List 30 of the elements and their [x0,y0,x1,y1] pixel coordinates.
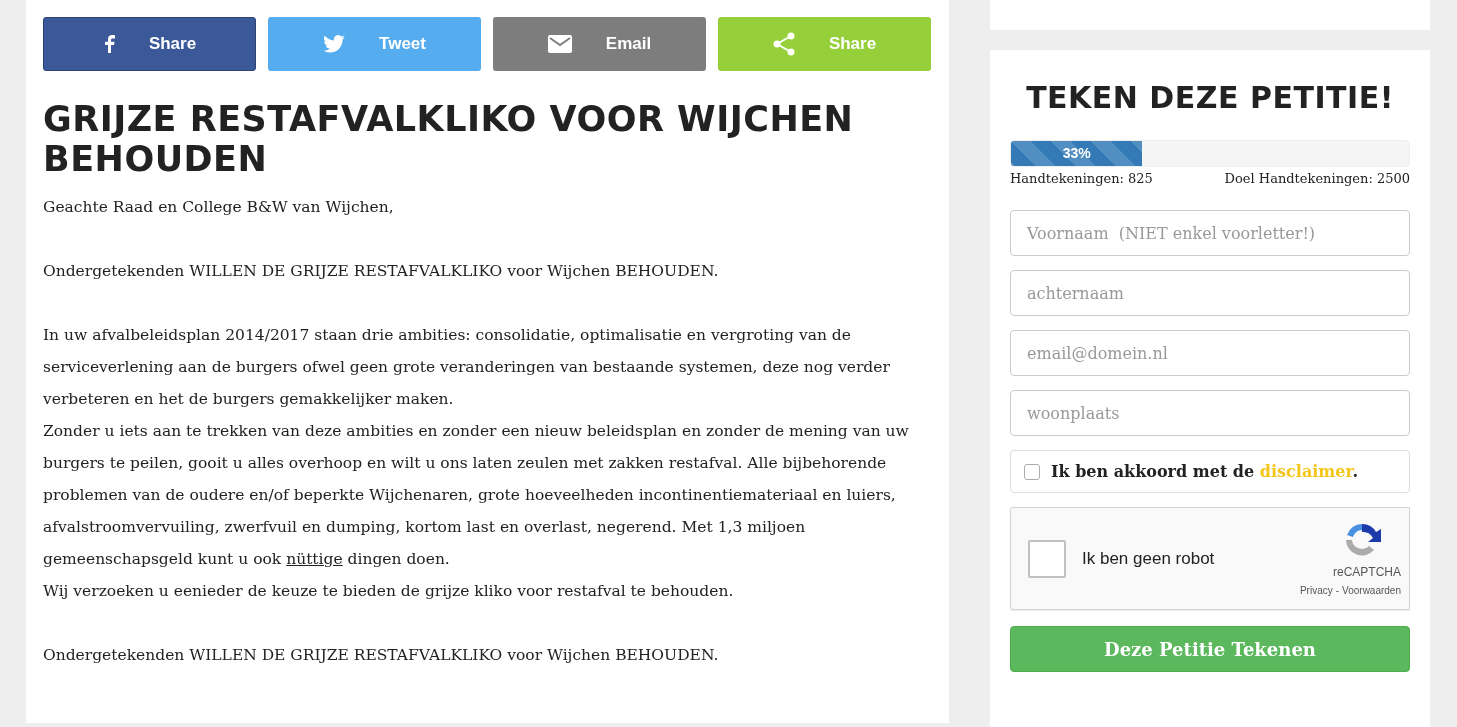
paragraph: In uw afvalbeleidsplan 2014/2017 staan drie ambities: consolidatie, optimalisatie en vergroting van de serviceverlening aan de burgers ofwel geen grote veranderingen van bestaande systemen, deze nog verder verbeteren en het de burgers gemakkelijker maken. Zonder u iets aan te trekken van deze ambities en zonder een nieuw beleidsplan en zonder de mening van uw burgers te peilen, gooit u alles overhoop en wilt u ons laten zeulen met zakken restafval. Alle bijbehorende problemen van de oudere en/of beperkte Wijchenaren, grote hoeveelheden incontinentiemateriaal en luiers, afvalstroomvervuiling, zwerfvuil en dumping, kortom last en overlast, negerend. Met 1,3 miljoen gemeenschapsgeld kunt u ook nüttige dingen doen. Wij verzoeken u eenieder de keuze te bieden de grijze kliko voor restafval te behouden. [43,325,910,602]
agree-label: Ik ben akkoord met de disclaimer. [1051,460,1358,483]
signature-goal: Doel Handtekeningen: 2500 [1224,169,1410,188]
privacy-link[interactable]: Privacy [1299,583,1333,599]
envelope-icon [547,35,572,53]
paragraph: Ondergetekenden WILLEN DE GRIJZE RESTAFVALKLIKO voor Wijchen BEHOUDEN. [43,645,720,666]
paragraph: Ondergetekenden WILLEN DE GRIJZE RESTAFVALKLIKO voor Wijchen BEHOUDEN. [43,261,720,282]
captcha-brand: reCAPTCHA [1333,564,1401,582]
checkbox[interactable] [1024,463,1040,480]
submit-button[interactable]: Deze Petitie Tekenen [1010,626,1410,673]
terms-link[interactable]: Voorwaarden [1342,583,1401,599]
captcha-checkbox[interactable] [1028,539,1066,578]
input-field[interactable]: woonplaats [1010,390,1410,437]
input-field[interactable]: Voornaam (NIET enkel voorletter!) [1010,210,1410,257]
facebook-icon [102,35,115,53]
share-button[interactable]: Email [493,17,706,71]
signature-count: Handtekeningen: 825 [1010,169,1153,188]
bird-icon [323,35,346,53]
petition-title: TEKEN DEZE PETITIE! [1025,78,1395,117]
share-icon [772,32,795,56]
captcha-label: Ik ben geen robot [1082,548,1216,571]
input-field[interactable]: email@domein.nl [1010,330,1410,377]
link[interactable]: nüttige [286,550,343,568]
share-button[interactable]: Tweet [268,17,481,71]
progress-label: 33% [1062,143,1091,163]
share-button[interactable]: Share [43,17,256,71]
input-field[interactable]: achternaam [1010,270,1410,317]
paragraph: Geachte Raad en College B&W van Wijchen, [43,197,395,218]
article-title: GRIJZE RESTAFVALKLIKO VOOR WIJCHEN BEHOUDEN [43,99,855,179]
separator: - [1335,584,1340,599]
